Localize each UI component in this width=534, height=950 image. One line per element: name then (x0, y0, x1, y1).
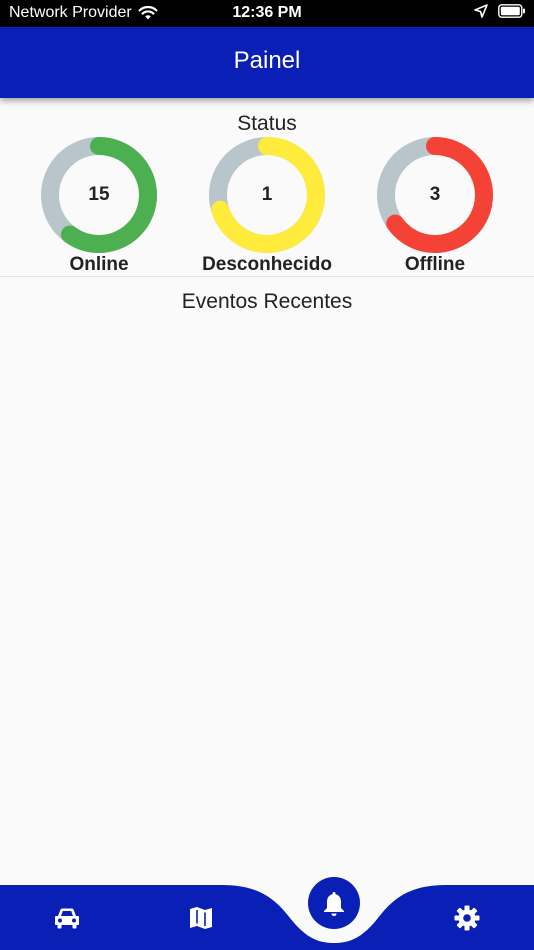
nav-map-button[interactable] (176, 898, 226, 938)
nav-settings-button[interactable] (442, 898, 492, 938)
gauge-unknown: 1 (197, 125, 337, 265)
battery-icon (498, 4, 525, 18)
gauge-offline: 3 (365, 125, 505, 265)
status-bar: Network Provider 12:36 PM (0, 0, 534, 27)
carrier-name: Network Provider (9, 4, 132, 21)
page-title: Painel (233, 47, 301, 74)
wifi-icon (138, 5, 158, 20)
app-bar: Painel (0, 27, 534, 98)
gear-icon (454, 905, 480, 931)
events-list (0, 322, 534, 872)
location-arrow-icon (474, 4, 488, 18)
section-divider (0, 276, 534, 277)
status-bar-left: Network Provider (9, 4, 158, 22)
gauge-value: 15 (88, 184, 110, 205)
nav-vehicles-button[interactable] (42, 898, 92, 938)
gauge-value: 1 (261, 184, 273, 205)
nav-notifications-button[interactable] (308, 877, 360, 929)
bell-icon (324, 892, 344, 916)
gauge-online: 15 (29, 125, 169, 265)
map-icon (190, 907, 212, 929)
gauge-label-offline: Offline (404, 254, 466, 275)
events-section-title: Eventos Recentes (181, 290, 353, 313)
car-icon (55, 908, 79, 929)
status-bar-right (474, 4, 526, 18)
gauge-value: 3 (429, 184, 441, 205)
